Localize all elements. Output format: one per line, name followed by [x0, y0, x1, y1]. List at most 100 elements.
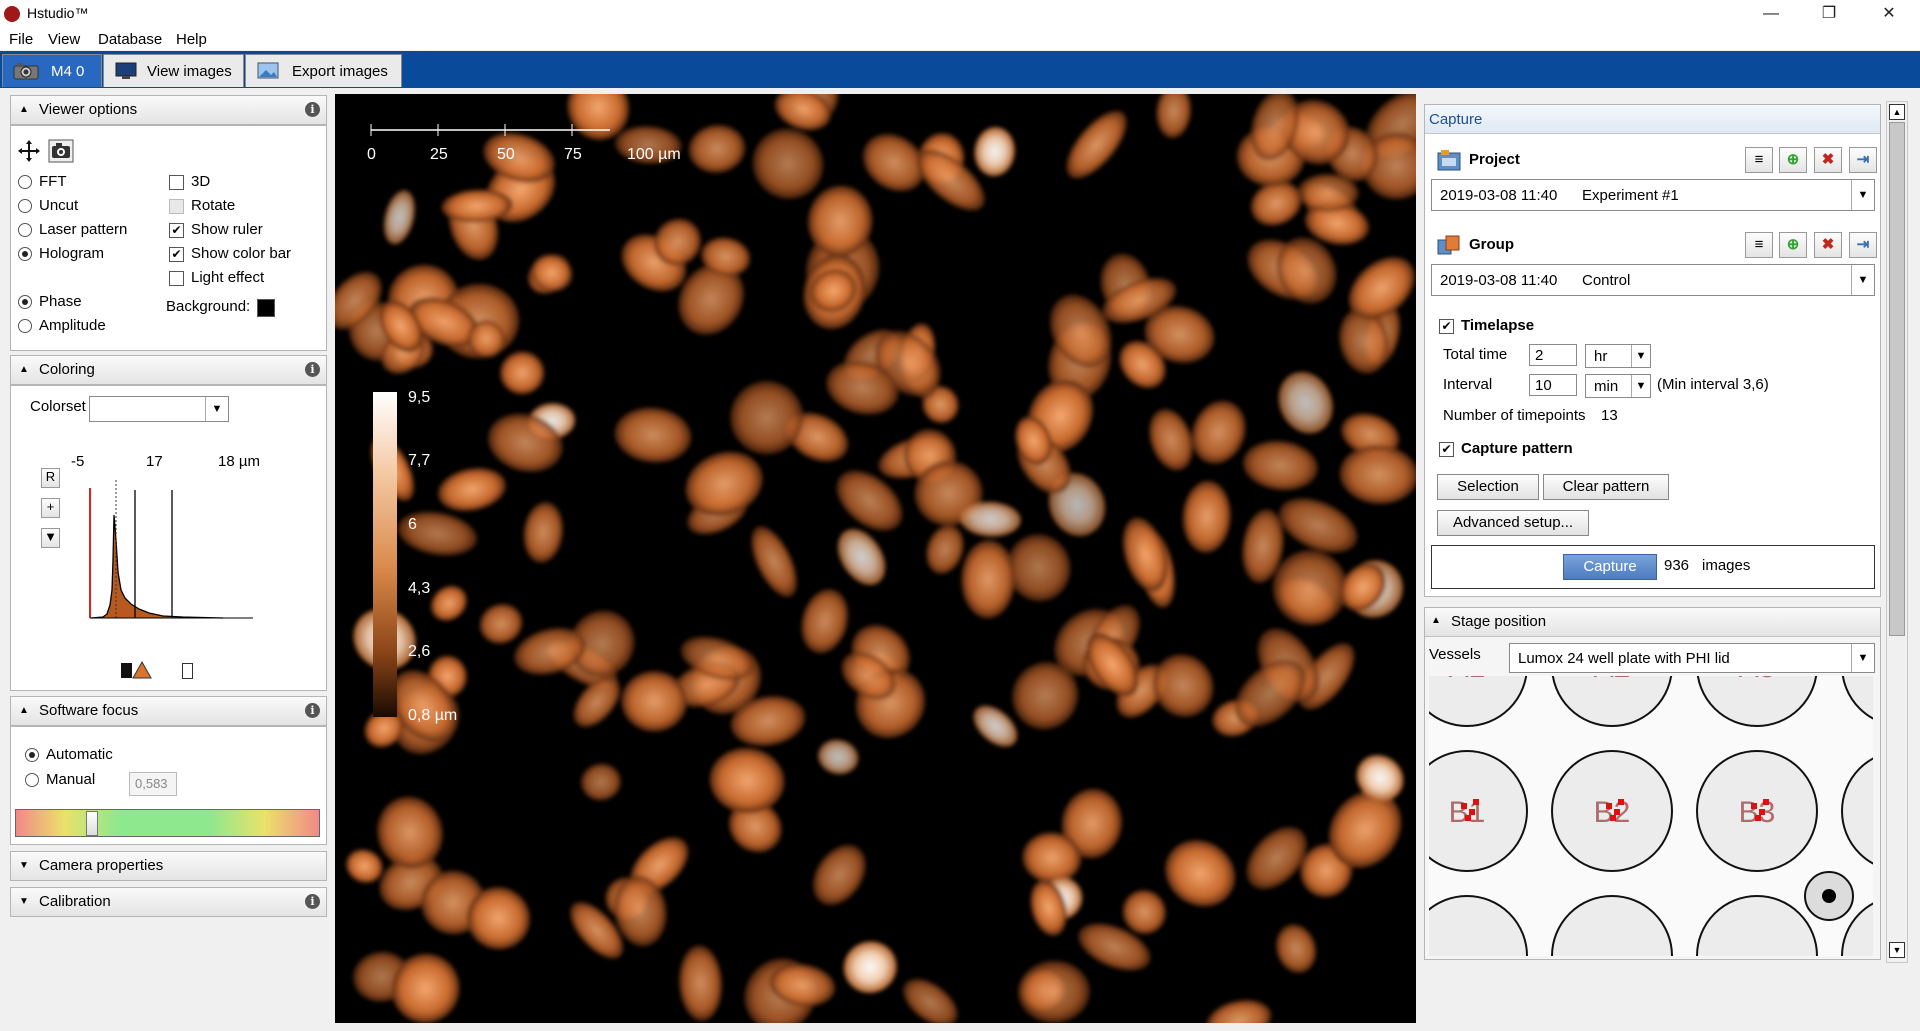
restore-button[interactable]: ❐	[1800, 0, 1858, 28]
tab-m40[interactable]: M4 0	[2, 54, 102, 87]
mid-handle-icon[interactable]	[132, 661, 152, 679]
group-name: Control	[1582, 272, 1631, 289]
project-export-button[interactable]: ⇥	[1849, 147, 1877, 173]
move-crosshair-icon[interactable]	[17, 139, 41, 163]
hist-zoom-in-button[interactable]: +	[41, 498, 60, 518]
software-focus-header[interactable]: ▲ Software focus i	[10, 696, 327, 726]
focus-quality-bar[interactable]	[15, 809, 320, 837]
right-panel-scrollbar[interactable]: ▲ ▼	[1886, 101, 1908, 963]
well-plate-map[interactable]: A1 A2 A3 B1 B2 B3	[1429, 676, 1873, 956]
project-add-button[interactable]: ⊕	[1779, 147, 1807, 173]
scroll-down-arrow-icon[interactable]: ▼	[1889, 942, 1905, 958]
checkbox-capture-pattern[interactable]: ✔	[1439, 442, 1454, 457]
scroll-thumb[interactable]	[1889, 122, 1905, 636]
title-bar: Hstudio™ — ❐ ✕	[0, 0, 1920, 28]
min-handle-icon[interactable]	[121, 663, 132, 678]
viewer-options-header[interactable]: ▲ Viewer options i	[10, 95, 327, 125]
project-sort-button[interactable]: ≡	[1745, 147, 1773, 173]
cell-blob	[961, 540, 1016, 619]
capture-point-marker	[1461, 803, 1467, 809]
info-icon[interactable]: i	[305, 362, 320, 377]
histogram-chart[interactable]	[83, 480, 263, 632]
info-icon[interactable]: i	[305, 703, 320, 718]
coloring-header[interactable]: ▲ Coloring i	[10, 355, 327, 385]
colorbar-tick-label: 9,5	[408, 389, 431, 406]
stage-position-title: Stage position	[1451, 613, 1547, 630]
picture-icon	[257, 62, 279, 79]
cell-blob	[751, 526, 797, 597]
info-icon[interactable]: i	[305, 894, 320, 909]
cell-blob	[843, 941, 897, 993]
tab-export-images[interactable]: Export images	[245, 54, 402, 87]
manual-focus-input[interactable]: 0,583	[129, 772, 177, 796]
group-dropdown[interactable]: 2019-03-08 11:40 Control ▼	[1431, 264, 1875, 296]
info-icon[interactable]: i	[305, 102, 320, 117]
interval-unit-dropdown[interactable]: min ▼	[1585, 374, 1651, 398]
menu-view[interactable]: View	[48, 31, 80, 48]
cell-blob	[479, 603, 523, 644]
checkbox-show-ruler[interactable]: ✔	[169, 223, 184, 238]
radio-manual[interactable]	[25, 773, 39, 787]
menu-database[interactable]: Database	[98, 31, 162, 48]
hist-mid-label: 17	[146, 453, 163, 470]
camera-properties-header[interactable]: ▼ Camera properties	[10, 851, 327, 881]
minimize-button[interactable]: —	[1742, 0, 1800, 28]
calibration-header[interactable]: ▼ Calibration i	[10, 887, 327, 917]
menu-bar: File View Database Help	[0, 28, 1920, 50]
radio-uncut[interactable]	[18, 199, 32, 213]
total-time-unit-dropdown[interactable]: hr ▼	[1585, 344, 1651, 368]
interval-input[interactable]: 10	[1529, 374, 1577, 396]
cell-phase-image	[335, 94, 1416, 1023]
cell-blob	[438, 467, 506, 512]
group-add-button[interactable]: ⊕	[1779, 232, 1807, 258]
hist-reset-button[interactable]: R	[41, 468, 60, 488]
cell-blob	[813, 844, 866, 906]
radio-laser-pattern[interactable]	[18, 223, 32, 237]
group-sort-button[interactable]: ≡	[1745, 232, 1773, 258]
chevron-down-icon: ▼	[1851, 644, 1874, 672]
total-time-input[interactable]: 2	[1529, 344, 1577, 366]
radio-hologram[interactable]	[18, 247, 32, 261]
stage-position-header[interactable]: ▲ Stage position	[1425, 608, 1880, 637]
vessel-dropdown[interactable]: Lumox 24 well plate with PHI lid ▼	[1509, 643, 1875, 673]
close-window-button[interactable]: ✕	[1860, 0, 1918, 28]
colorset-dropdown[interactable]: ▼	[89, 396, 229, 422]
ruler-tick-label: 0	[367, 146, 376, 163]
menu-help[interactable]: Help	[176, 31, 207, 48]
max-handle-icon[interactable]	[182, 663, 193, 679]
collapse-arrow-icon: ▲	[19, 364, 29, 375]
cell-blob	[1278, 372, 1333, 434]
hist-menu-button[interactable]: ▼	[41, 528, 60, 548]
radio-phase[interactable]	[18, 295, 32, 309]
group-date: 2019-03-08 11:40	[1440, 272, 1558, 289]
background-color-swatch[interactable]	[257, 299, 275, 317]
capture-button[interactable]: Capture	[1563, 554, 1657, 580]
radio-label-amplitude: Amplitude	[39, 317, 106, 334]
group-delete-button[interactable]: ✖	[1814, 232, 1842, 258]
capture-point-marker	[1763, 799, 1769, 805]
advanced-setup-button[interactable]: Advanced setup...	[1437, 510, 1589, 536]
project-dropdown[interactable]: 2019-03-08 11:40 Experiment #1 ▼	[1431, 179, 1875, 211]
focus-slider-handle[interactable]	[86, 811, 98, 836]
group-export-button[interactable]: ⇥	[1849, 232, 1877, 258]
hologram-image-viewer[interactable]: 0 25 50 75 100 µm 9,5 7,7 6 4,3 2,6 0,8 …	[335, 94, 1416, 1023]
selection-button[interactable]: Selection	[1437, 474, 1539, 500]
radio-amplitude[interactable]	[18, 319, 32, 333]
checkbox-label-show-color-bar: Show color bar	[191, 245, 292, 262]
checkbox-3d[interactable]	[169, 175, 184, 190]
project-date: 2019-03-08 11:40	[1440, 187, 1558, 204]
radio-fft[interactable]	[18, 175, 32, 189]
clear-pattern-button[interactable]: Clear pattern	[1543, 474, 1669, 500]
viewer-options-panel: FFT Uncut Laser pattern Hologram Phase A…	[10, 125, 327, 351]
tab-view-images[interactable]: View images	[103, 54, 244, 87]
checkbox-timelapse[interactable]: ✔	[1439, 319, 1454, 334]
snapshot-camera-icon[interactable]	[48, 139, 74, 163]
scroll-up-arrow-icon[interactable]: ▲	[1889, 104, 1905, 120]
project-label: Project	[1469, 151, 1520, 168]
project-delete-button[interactable]: ✖	[1814, 147, 1842, 173]
radio-automatic[interactable]	[25, 748, 39, 762]
checkbox-light-effect[interactable]	[169, 271, 184, 286]
checkbox-show-color-bar[interactable]: ✔	[169, 247, 184, 262]
menu-file[interactable]: File	[9, 31, 33, 48]
radio-label-phase: Phase	[39, 293, 82, 310]
